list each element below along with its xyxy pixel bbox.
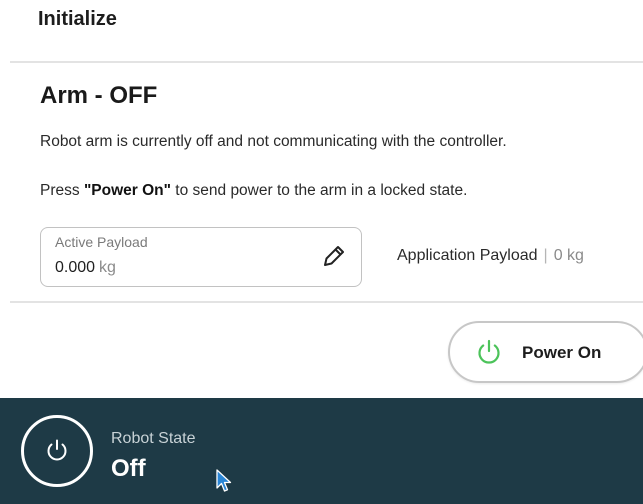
robot-state-power-button[interactable] bbox=[21, 415, 93, 487]
arm-status-title: Arm - OFF bbox=[40, 82, 158, 109]
mouse-cursor-icon bbox=[215, 468, 233, 494]
application-payload: Application Payload | 0 kg bbox=[397, 247, 584, 265]
page-title: Initialize bbox=[38, 8, 117, 30]
pencil-icon[interactable] bbox=[321, 243, 347, 269]
active-payload-value-wrap: 0.000 kg bbox=[55, 259, 116, 277]
header: Initialize bbox=[0, 0, 643, 60]
arm-instruction: Press "Power On" to send power to the ar… bbox=[40, 182, 467, 200]
instruction-prefix: Press bbox=[40, 182, 84, 199]
power-icon bbox=[47, 439, 67, 461]
power-on-label: Power On bbox=[522, 343, 602, 362]
divider bbox=[10, 61, 643, 63]
power-on-button[interactable]: Power On bbox=[448, 321, 643, 383]
application-payload-label: Application Payload bbox=[397, 247, 538, 264]
power-icon bbox=[475, 338, 503, 366]
initialize-page: Initialize Arm - OFF Robot arm is curren… bbox=[0, 0, 643, 504]
arm-status-description: Robot arm is currently off and not commu… bbox=[40, 133, 507, 150]
application-payload-separator: | bbox=[543, 247, 548, 264]
instruction-highlight: "Power On" bbox=[83, 182, 171, 199]
robot-state-label: Robot State bbox=[111, 430, 196, 447]
application-payload-value: 0 kg bbox=[553, 247, 584, 264]
divider bbox=[10, 301, 643, 303]
active-payload-value: 0.000 bbox=[55, 259, 96, 276]
active-payload-label: Active Payload bbox=[55, 234, 148, 250]
robot-state-bar: Robot State Off bbox=[0, 398, 643, 504]
instruction-suffix: to send power to the arm in a locked sta… bbox=[170, 182, 468, 199]
active-payload-unit: kg bbox=[99, 259, 116, 276]
robot-state-value: Off bbox=[111, 455, 146, 482]
active-payload-field[interactable]: Active Payload 0.000 kg bbox=[40, 227, 362, 287]
